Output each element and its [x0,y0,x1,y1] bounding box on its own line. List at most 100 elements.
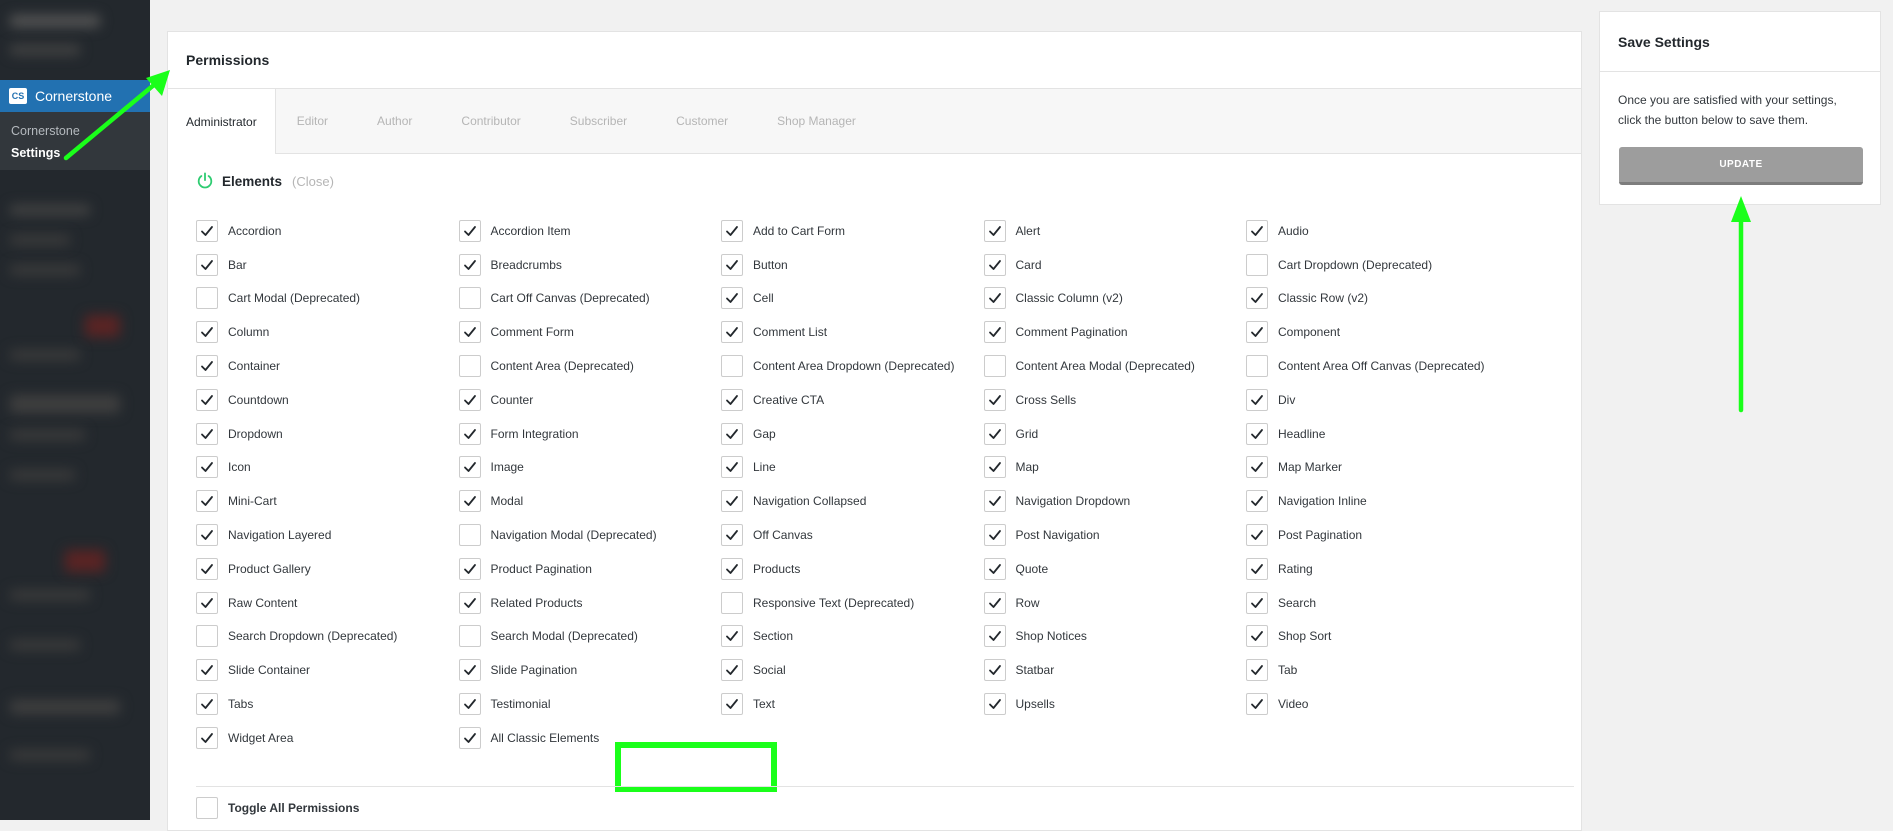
permission-item[interactable]: Cell [721,282,984,316]
checkbox-checked[interactable] [983,591,1006,614]
checkbox-checked[interactable] [458,591,481,614]
permission-item[interactable]: Upsells [983,687,1247,721]
checkbox-checked[interactable] [983,321,1006,344]
checkbox-checked[interactable] [983,388,1006,411]
checkbox[interactable] [1246,253,1268,276]
submenu-item-settings[interactable]: Settings [0,142,150,164]
checkbox-checked[interactable] [458,321,481,344]
permission-item[interactable]: Products [721,552,984,586]
checkbox-checked[interactable] [983,422,1006,445]
checkbox[interactable] [196,287,218,310]
permission-item[interactable]: Navigation Modal (Deprecated) [458,518,722,552]
checkbox[interactable] [196,797,218,819]
checkbox-checked[interactable] [983,456,1006,479]
permission-item[interactable]: Gap [721,417,984,451]
permission-item[interactable]: Navigation Layered [196,518,459,552]
permission-item[interactable]: Cart Modal (Deprecated) [196,282,459,316]
checkbox-checked[interactable] [721,557,743,580]
permission-item[interactable]: Comment List [721,315,984,349]
checkbox-checked[interactable] [196,321,218,344]
checkbox-checked[interactable] [458,557,481,580]
checkbox-checked[interactable] [458,388,481,411]
checkbox-checked[interactable] [1246,219,1268,242]
checkbox[interactable] [458,287,481,310]
checkbox-checked[interactable] [721,321,743,344]
checkbox-checked[interactable] [983,219,1006,242]
checkbox-checked[interactable] [1246,422,1268,445]
permission-item[interactable]: Cross Sells [983,383,1247,417]
permission-item[interactable]: Navigation Dropdown [983,484,1247,518]
permission-item[interactable]: Accordion Item [458,214,722,248]
permission-item[interactable]: Column [196,315,459,349]
permission-item[interactable]: Shop Notices [983,620,1247,654]
checkbox-checked[interactable] [196,490,218,513]
update-button[interactable]: UPDATE [1619,147,1863,185]
permission-item[interactable]: Card [983,248,1247,282]
permission-item[interactable]: Content Area (Deprecated) [458,349,722,383]
tab-customer[interactable]: Customer [655,89,756,153]
permission-item[interactable]: Search [1246,586,1509,620]
checkbox-checked[interactable] [458,693,481,716]
toggle-all-permissions[interactable]: Toggle All Permissions [196,797,359,819]
checkbox-checked[interactable] [721,388,743,411]
permission-item[interactable]: Container [196,349,459,383]
permission-item[interactable]: Widget Area [196,721,459,755]
checkbox-checked[interactable] [983,490,1006,513]
checkbox-checked[interactable] [458,456,481,479]
permission-item[interactable]: Shop Sort [1246,620,1509,654]
permission-item[interactable]: Off Canvas [721,518,984,552]
checkbox-checked[interactable] [196,253,218,276]
permission-item[interactable]: Audio [1246,214,1509,248]
checkbox-checked[interactable] [196,557,218,580]
permission-item[interactable]: Raw Content [196,586,459,620]
checkbox-checked[interactable] [1246,287,1268,310]
permission-item[interactable]: Counter [458,383,722,417]
permission-item[interactable]: Search Dropdown (Deprecated) [196,620,459,654]
checkbox-checked[interactable] [196,355,218,378]
checkbox-checked[interactable] [458,219,481,242]
permission-item[interactable]: Image [458,451,722,485]
tab-subscriber[interactable]: Subscriber [549,89,655,153]
permission-item[interactable]: Comment Form [458,315,722,349]
permission-item[interactable]: Video [1246,687,1509,721]
checkbox-checked[interactable] [196,219,218,242]
checkbox-checked[interactable] [721,287,743,310]
checkbox-checked[interactable] [721,219,743,242]
permission-item[interactable]: Map [983,451,1247,485]
tab-administrator[interactable]: Administrator [168,89,276,154]
permission-item[interactable]: Social [721,653,984,687]
checkbox-checked[interactable] [196,693,218,716]
checkbox-checked[interactable] [1246,625,1268,648]
permission-item[interactable]: Breadcrumbs [458,248,722,282]
permission-item[interactable]: Headline [1246,417,1509,451]
checkbox-checked[interactable] [458,422,481,445]
checkbox-checked[interactable] [458,253,481,276]
checkbox-checked[interactable] [196,659,218,682]
permission-item[interactable]: Content Area Off Canvas (Deprecated) [1246,349,1509,383]
permission-item[interactable]: Accordion [196,214,459,248]
permission-item[interactable]: Icon [196,451,459,485]
permission-item[interactable]: Navigation Collapsed [721,484,984,518]
checkbox-checked[interactable] [983,253,1006,276]
tab-shop-manager[interactable]: Shop Manager [756,89,884,153]
checkbox-checked[interactable] [196,388,218,411]
checkbox-checked[interactable] [721,524,743,547]
permission-item[interactable]: Comment Pagination [983,315,1247,349]
power-icon[interactable] [196,172,214,190]
checkbox-checked[interactable] [983,524,1006,547]
checkbox-checked[interactable] [1246,388,1268,411]
checkbox-checked[interactable] [458,726,481,749]
permission-item[interactable]: Search Modal (Deprecated) [458,620,722,654]
permission-item[interactable]: Line [721,451,984,485]
permission-item[interactable]: Div [1246,383,1509,417]
permission-item[interactable]: Quote [983,552,1247,586]
checkbox-checked[interactable] [1246,490,1268,513]
checkbox-checked[interactable] [1246,693,1268,716]
checkbox-checked[interactable] [458,659,481,682]
checkbox[interactable] [1246,355,1268,378]
permission-item[interactable]: Button [721,248,984,282]
checkbox[interactable] [196,625,218,648]
checkbox[interactable] [458,524,481,547]
permission-item[interactable]: Classic Column (v2) [983,282,1247,316]
permission-item[interactable]: Testimonial [458,687,722,721]
